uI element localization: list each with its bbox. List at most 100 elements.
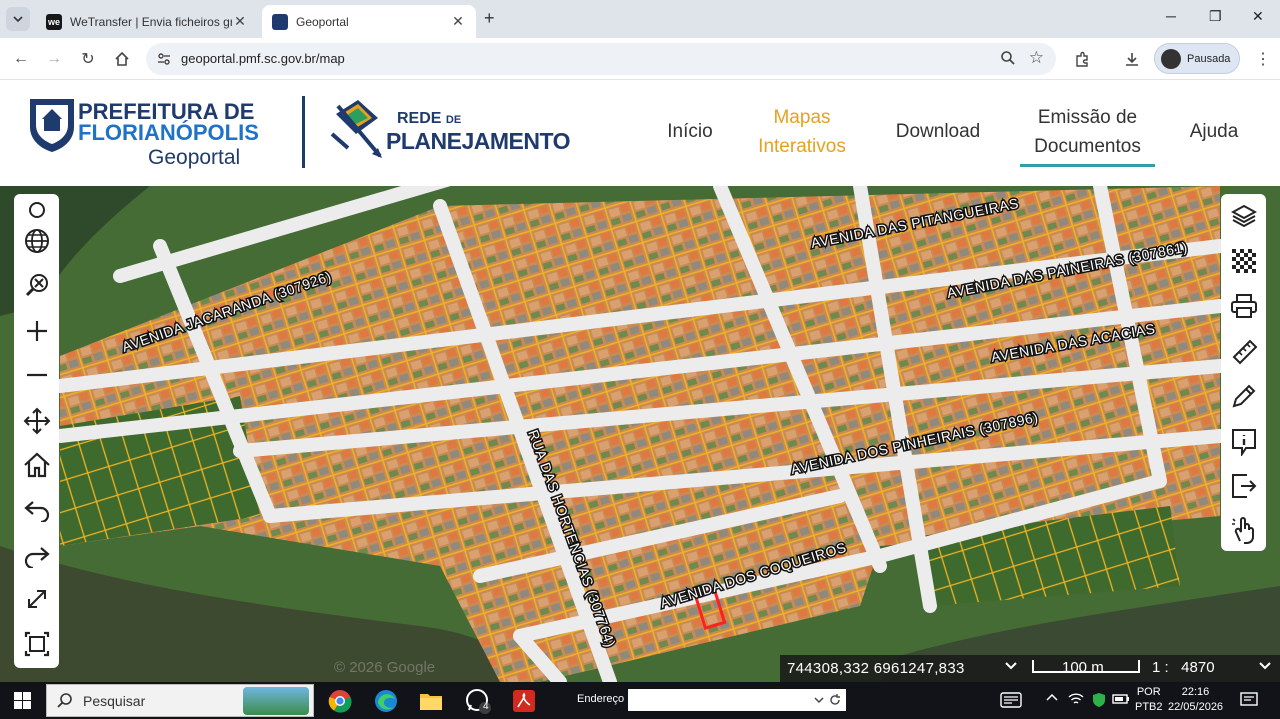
windows-taskbar: Pesquisar 4 Endereço POR PTB2 22:16 22/0… — [0, 682, 1280, 719]
brand-subtitle: Geoportal — [148, 146, 241, 169]
zoom-out-search-icon[interactable] — [14, 265, 59, 305]
scale-ratio: 1 : 4870 — [1152, 659, 1215, 676]
plus-icon[interactable] — [14, 311, 59, 351]
nav-inicio[interactable]: Início — [660, 117, 720, 146]
address-bar[interactable]: geoportal.pmf.sc.gov.br/map ☆ — [146, 43, 1056, 75]
search-label: Pesquisar — [83, 693, 146, 709]
hand-icon[interactable] — [1221, 510, 1266, 550]
home-icon[interactable] — [111, 48, 133, 70]
satellite-map: AVENIDA DAS PITANGUEIRAS AVENIDA JACARAN… — [0, 186, 1280, 682]
screen: we WeTransfer | Envia ficheiros gra ✕ Ge… — [0, 0, 1280, 719]
maximize-icon[interactable]: ❐ — [1209, 8, 1222, 25]
layers-icon[interactable] — [1221, 196, 1266, 236]
redo-icon[interactable] — [14, 536, 59, 576]
acrobat-icon[interactable] — [509, 686, 539, 716]
close-tab-icon[interactable]: ✕ — [232, 13, 248, 30]
tab-geoportal[interactable]: Geoportal ✕ — [262, 5, 476, 38]
browser-toolbar: ← → ↻ geoportal.pmf.sc.gov.br/map ☆ Paus… — [0, 38, 1280, 80]
tab-search-button[interactable] — [6, 7, 30, 31]
export-icon[interactable] — [1221, 466, 1266, 506]
avatar — [1161, 48, 1181, 69]
brand-title-line2: FLORIANÓPOLIS — [78, 120, 259, 145]
tab-title: WeTransfer | Envia ficheiros gra — [70, 14, 232, 29]
nav-download[interactable]: Download — [884, 117, 992, 146]
profile-button[interactable]: Pausada — [1154, 43, 1240, 74]
zoom-icon[interactable] — [1000, 50, 1016, 66]
reload-icon[interactable]: ↻ — [77, 48, 99, 70]
globe-icon[interactable] — [14, 221, 59, 261]
battery-icon[interactable] — [1112, 692, 1130, 709]
clock-date: 22/05/2026 — [1168, 701, 1224, 713]
map-canvas[interactable]: AVENIDA DAS PITANGUEIRAS AVENIDA JACARAN… — [0, 186, 1280, 682]
search-highlight-image — [243, 687, 309, 715]
rede-label: REDE DE — [397, 110, 462, 127]
profile-label: Pausada — [1187, 52, 1231, 65]
clock-time: 22:16 — [1181, 686, 1210, 698]
notification-icon-tray[interactable] — [1000, 692, 1022, 711]
zoom-search-icon[interactable] — [14, 194, 59, 220]
pan-icon[interactable] — [14, 401, 59, 441]
notifications-icon[interactable] — [1240, 691, 1258, 712]
right-toolbar — [1221, 194, 1266, 551]
windows-start-icon[interactable] — [14, 692, 31, 714]
search-icon — [57, 693, 72, 708]
basemap-icon[interactable] — [1221, 241, 1266, 281]
refresh-icon[interactable] — [828, 693, 842, 707]
whatsapp-badge: 4 — [483, 701, 489, 712]
close-tab-icon[interactable]: ✕ — [450, 13, 466, 30]
nav-mapas-interativos[interactable]: Mapas Interativos — [746, 103, 858, 161]
undo-icon[interactable] — [14, 490, 59, 530]
fullscreen-icon[interactable] — [14, 579, 59, 619]
address-toolbar-label: Endereço — [577, 693, 625, 705]
edge-icon[interactable] — [371, 686, 401, 716]
input-language[interactable]: POR PTB2 — [1135, 685, 1163, 715]
taskbar-search[interactable]: Pesquisar — [46, 684, 314, 717]
new-tab-button[interactable]: + — [484, 8, 495, 29]
minimize-icon[interactable]: ─ — [1166, 8, 1176, 24]
map-attribution: © 2026 Google — [334, 659, 436, 676]
bookmark-star-icon[interactable]: ☆ — [1029, 48, 1044, 68]
security-shield-icon[interactable] — [1092, 692, 1106, 711]
whatsapp-icon[interactable]: 4 — [463, 686, 493, 716]
ruler-icon[interactable] — [1221, 331, 1266, 371]
nav-emissao-documentos[interactable]: Emissão de Documentos — [1020, 103, 1155, 167]
file-explorer-icon[interactable] — [416, 686, 446, 716]
wifi-icon[interactable] — [1068, 692, 1084, 709]
header-divider — [302, 96, 305, 168]
chrome-icon[interactable] — [325, 686, 355, 716]
rede-planejamento-logo-icon — [330, 100, 382, 158]
pencil-icon[interactable] — [1221, 376, 1266, 416]
close-window-icon[interactable]: ✕ — [1252, 8, 1264, 25]
scale-bar-label: 100 m — [1062, 659, 1104, 676]
info-icon[interactable] — [1221, 422, 1266, 462]
planejamento-label: PLANEJAMENTO — [386, 128, 571, 154]
download-icon[interactable] — [1121, 48, 1143, 70]
print-icon[interactable] — [1221, 286, 1266, 326]
url-text: geoportal.pmf.sc.gov.br/map — [181, 51, 345, 66]
system-clock[interactable]: 22:16 22/05/2026 — [1168, 685, 1223, 715]
wetransfer-icon: we — [46, 13, 62, 30]
more-menu-icon[interactable]: ⋮ — [1252, 48, 1274, 70]
geoportal-icon — [272, 13, 288, 30]
florianopolis-crest-icon — [30, 99, 74, 152]
back-icon[interactable]: ← — [10, 48, 32, 70]
extent-icon[interactable] — [14, 624, 59, 664]
minus-icon[interactable] — [14, 355, 59, 395]
brand-title-line1: PREFEITURA DE — [78, 99, 255, 124]
home-map-icon[interactable] — [14, 445, 59, 485]
coordinate-system-dropdown-icon[interactable] — [1004, 658, 1018, 675]
site-settings-icon[interactable] — [156, 51, 172, 67]
address-toolbar-input[interactable] — [628, 689, 846, 711]
forward-icon[interactable]: → — [43, 48, 65, 70]
show-hidden-icons[interactable] — [1046, 692, 1058, 707]
nav-ajuda[interactable]: Ajuda — [1180, 117, 1248, 146]
chevron-down-icon[interactable] — [814, 695, 824, 705]
extensions-icon[interactable] — [1071, 48, 1093, 70]
site-header: PREFEITURA DE FLORIANÓPOLIS Geoportal RE… — [0, 80, 1280, 186]
tab-wetransfer[interactable]: we WeTransfer | Envia ficheiros gra ✕ — [36, 5, 258, 38]
scale-dropdown-icon[interactable] — [1258, 658, 1272, 675]
left-toolbar — [14, 194, 59, 668]
map-status-bar: 744308,332 6961247,833 100 m 1 : 4870 — [780, 655, 1280, 682]
browser-tabstrip: we WeTransfer | Envia ficheiros gra ✕ Ge… — [0, 0, 1280, 38]
coordinates-readout: 744308,332 6961247,833 — [787, 660, 965, 677]
